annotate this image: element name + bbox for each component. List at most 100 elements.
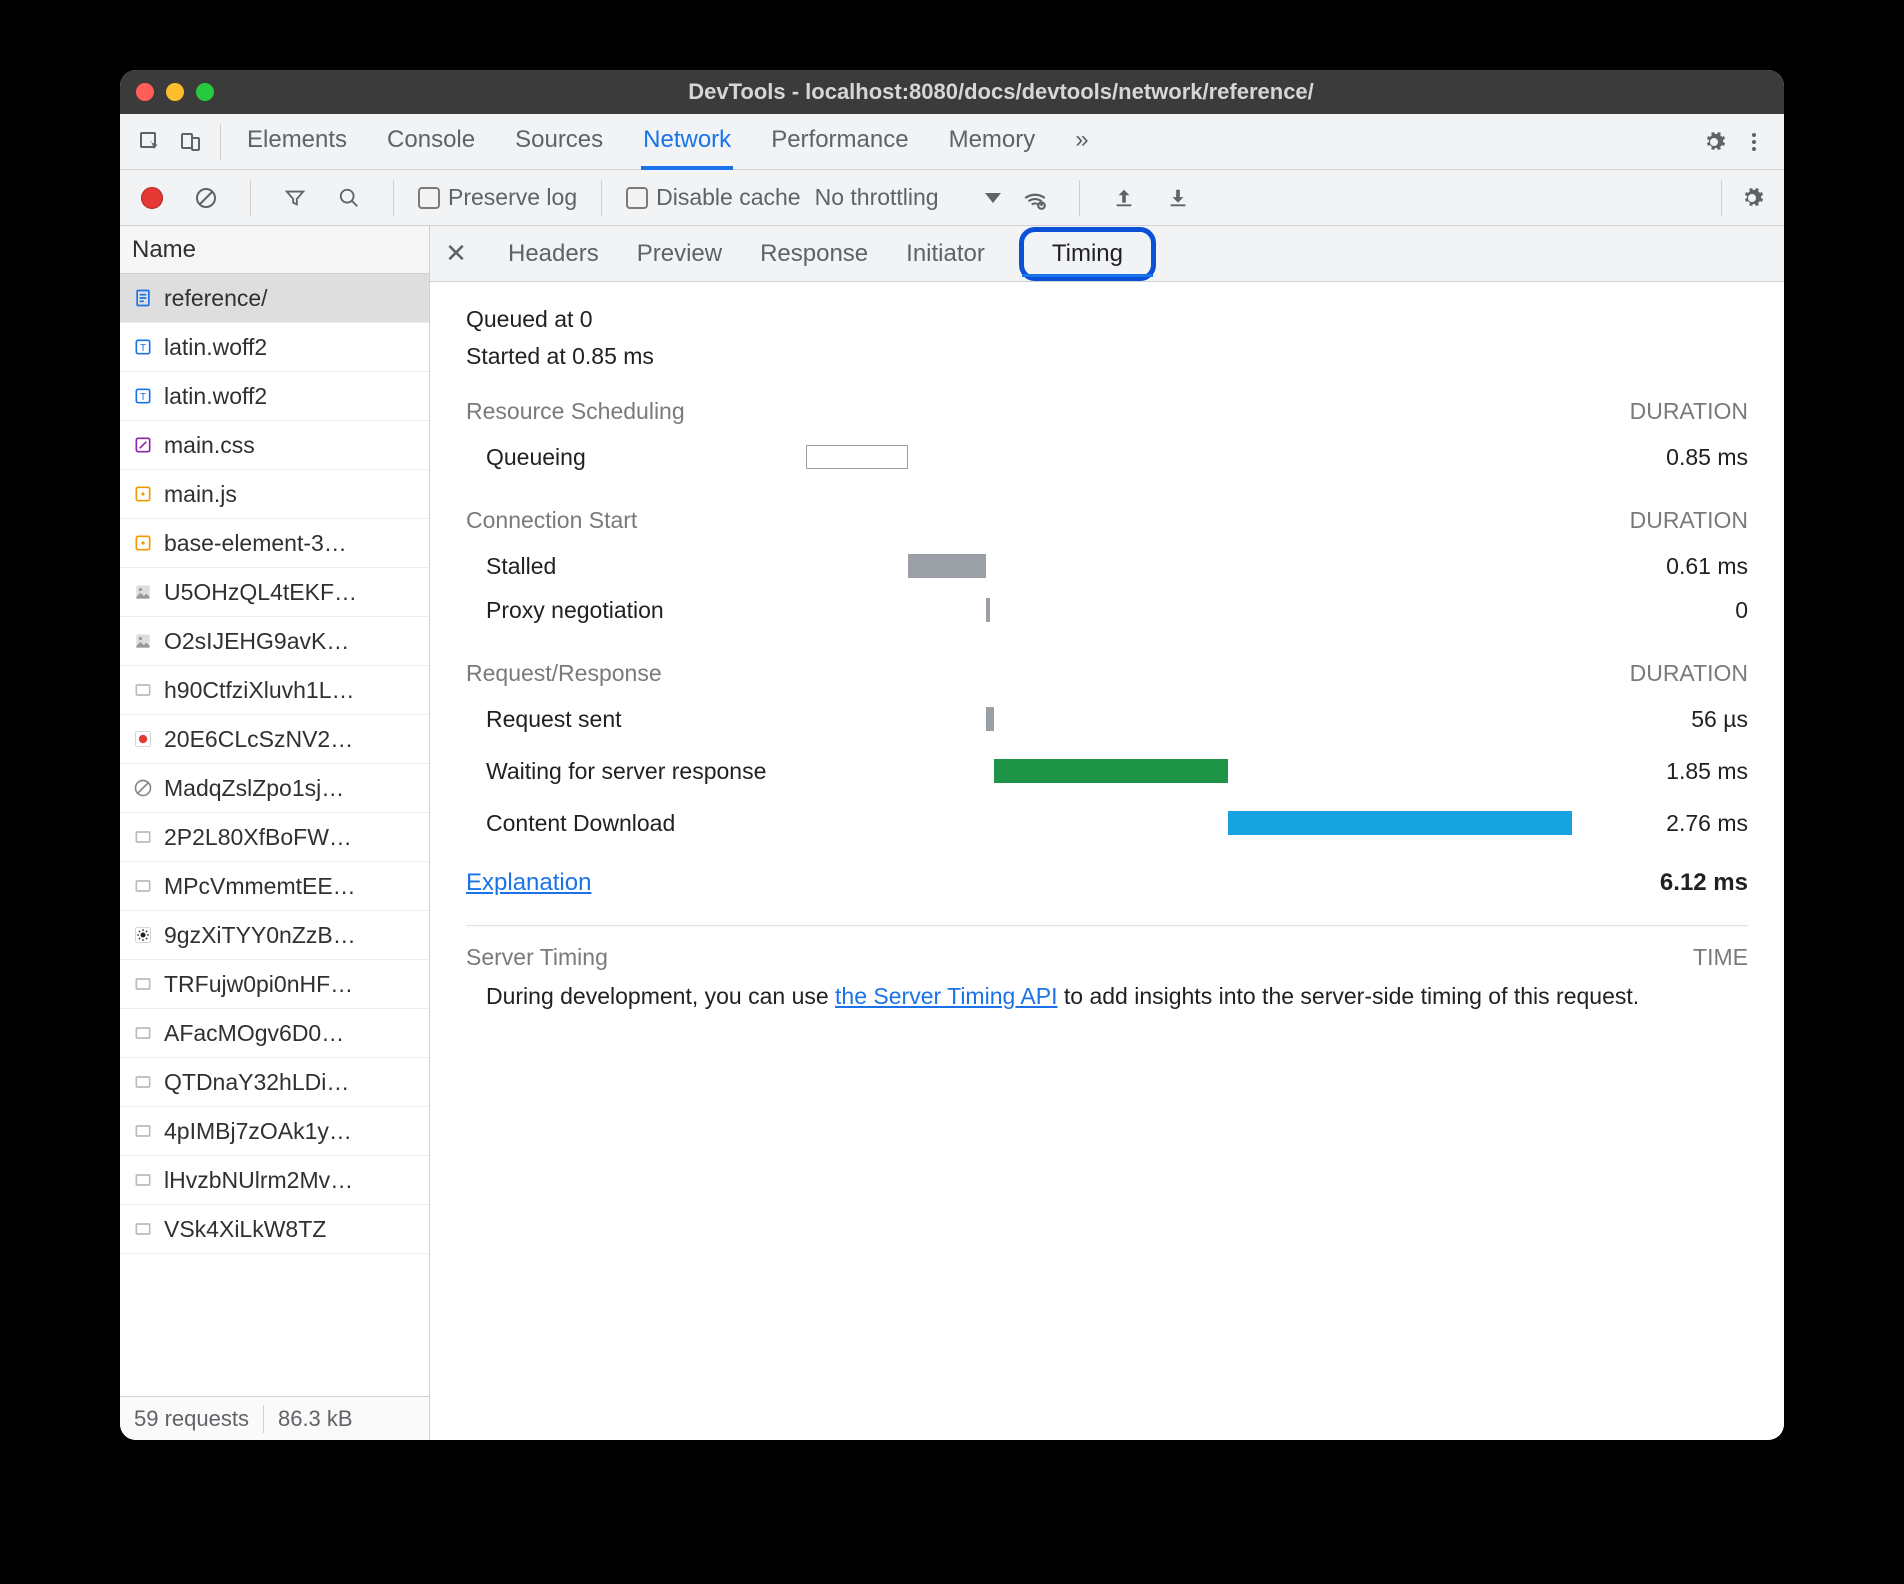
tab-more[interactable]: » (1073, 114, 1090, 170)
close-detail-icon[interactable]: ✕ (438, 238, 474, 269)
timing-value: 0.85 ms (1588, 444, 1748, 471)
server-timing-api-link[interactable]: the Server Timing API (835, 983, 1057, 1009)
detail-tabs: ✕ Headers Preview Response Initiator Tim… (430, 226, 1784, 282)
status-transfer: 86.3 kB (264, 1406, 367, 1432)
request-row[interactable]: base-element-3… (120, 519, 429, 568)
tab-preview[interactable]: Preview (633, 228, 726, 280)
request-row[interactable]: TRFujw0pi0nHF… (120, 960, 429, 1009)
request-row[interactable]: AFacMOgv6D0… (120, 1009, 429, 1058)
file-type-icon: T (132, 336, 154, 358)
request-row[interactable]: MadqZslZpo1sj… (120, 764, 429, 813)
network-toolbar: Preserve log Disable cache No throttling (120, 170, 1784, 226)
close-window-icon[interactable] (136, 83, 154, 101)
timing-bar (806, 707, 1588, 731)
section-connection: Connection Start DURATION (466, 507, 1748, 534)
timing-label: Request sent (466, 706, 806, 733)
request-row[interactable]: Tlatin.woff2 (120, 372, 429, 421)
request-row[interactable]: VSk4XiLkW8TZ (120, 1205, 429, 1254)
tab-network[interactable]: Network (641, 114, 733, 170)
timing-row: Waiting for server response1.85 ms (466, 741, 1748, 801)
svg-text:T: T (140, 343, 146, 354)
tab-console[interactable]: Console (385, 114, 477, 170)
request-name: VSk4XiLkW8TZ (164, 1216, 326, 1243)
request-row[interactable]: Tlatin.woff2 (120, 323, 429, 372)
explanation-link[interactable]: Explanation (466, 869, 591, 897)
separator (393, 180, 394, 216)
tab-performance[interactable]: Performance (769, 114, 910, 170)
request-name: O2sIJEHG9avK… (164, 628, 349, 655)
minimize-window-icon[interactable] (166, 83, 184, 101)
clear-icon[interactable] (186, 178, 226, 218)
request-name: 2P2L80XfBoFW… (164, 824, 352, 851)
request-name: 20E6CLcSzNV2… (164, 726, 353, 753)
status-bar: 59 requests 86.3 kB (120, 1396, 429, 1440)
download-har-icon[interactable] (1158, 178, 1198, 218)
file-type-icon (132, 434, 154, 456)
tab-memory[interactable]: Memory (947, 114, 1038, 170)
request-name: 9gzXiTYY0nZzB… (164, 922, 356, 949)
request-row[interactable]: h90CtfziXluvh1L… (120, 666, 429, 715)
upload-har-icon[interactable] (1104, 178, 1144, 218)
timing-label: Queueing (466, 444, 806, 471)
timing-bar (806, 445, 1588, 469)
request-row[interactable]: 4pIMBj7zOAk1y… (120, 1107, 429, 1156)
request-row[interactable]: MPcVmmemtEE… (120, 862, 429, 911)
device-toggle-icon[interactable] (170, 122, 210, 162)
timing-row: Request sent 56 µs (466, 697, 1748, 741)
throttling-select[interactable]: No throttling (815, 184, 1001, 211)
request-row[interactable]: lHvzbNUlrm2Mv… (120, 1156, 429, 1205)
request-row[interactable]: U5OHzQL4tEKF… (120, 568, 429, 617)
svg-text:T: T (140, 392, 146, 403)
preserve-log-checkbox[interactable]: Preserve log (418, 184, 577, 211)
tab-initiator[interactable]: Initiator (902, 228, 989, 280)
maximize-window-icon[interactable] (196, 83, 214, 101)
section-scheduling: Resource Scheduling DURATION (466, 398, 1748, 425)
separator (1079, 180, 1080, 216)
titlebar: DevTools - localhost:8080/docs/devtools/… (120, 70, 1784, 114)
devtools-window: DevTools - localhost:8080/docs/devtools/… (120, 70, 1784, 1440)
tab-elements[interactable]: Elements (245, 114, 349, 170)
settings-icon[interactable] (1694, 122, 1734, 162)
file-type-icon (132, 924, 154, 946)
record-button[interactable] (132, 178, 172, 218)
request-row[interactable]: main.css (120, 421, 429, 470)
request-row[interactable]: O2sIJEHG9avK… (120, 617, 429, 666)
inspect-icon[interactable] (130, 122, 170, 162)
request-row[interactable]: 2P2L80XfBoFW… (120, 813, 429, 862)
file-type-icon (132, 973, 154, 995)
timing-value: 0.61 ms (1588, 553, 1748, 580)
request-name: latin.woff2 (164, 383, 267, 410)
chevron-down-icon (985, 193, 1001, 203)
request-row[interactable]: main.js (120, 470, 429, 519)
file-type-icon (132, 581, 154, 603)
request-name: MadqZslZpo1sj… (164, 775, 344, 802)
file-type-icon (132, 679, 154, 701)
tab-headers[interactable]: Headers (504, 228, 603, 280)
timing-value: 0 (1588, 597, 1748, 624)
separator (601, 180, 602, 216)
request-row[interactable]: QTDnaY32hLDi… (120, 1058, 429, 1107)
disable-cache-checkbox[interactable]: Disable cache (626, 184, 800, 211)
network-settings-icon[interactable] (1732, 178, 1772, 218)
request-list: Name reference/Tlatin.woff2Tlatin.woff2m… (120, 226, 430, 1440)
timing-bar (806, 811, 1588, 835)
filter-icon[interactable] (275, 178, 315, 218)
request-row[interactable]: 9gzXiTYY0nZzB… (120, 911, 429, 960)
tab-timing[interactable]: Timing (1019, 227, 1156, 281)
column-header-name[interactable]: Name (120, 226, 429, 274)
request-row[interactable]: 20E6CLcSzNV2… (120, 715, 429, 764)
kebab-menu-icon[interactable] (1734, 122, 1774, 162)
network-conditions-icon[interactable] (1015, 178, 1055, 218)
timing-row: Content Download2.76 ms (466, 801, 1748, 845)
main-toolbar: Elements Console Sources Network Perform… (120, 114, 1784, 170)
search-icon[interactable] (329, 178, 369, 218)
separator (1721, 180, 1722, 216)
timing-label: Content Download (466, 810, 806, 837)
section-request: Request/Response DURATION (466, 660, 1748, 687)
timing-value: 56 µs (1588, 706, 1748, 733)
tab-sources[interactable]: Sources (513, 114, 605, 170)
started-at: Started at 0.85 ms (466, 343, 1748, 370)
timing-panel: Queued at 0 Started at 0.85 ms Resource … (430, 282, 1784, 1440)
request-row[interactable]: reference/ (120, 274, 429, 323)
tab-response[interactable]: Response (756, 228, 872, 280)
